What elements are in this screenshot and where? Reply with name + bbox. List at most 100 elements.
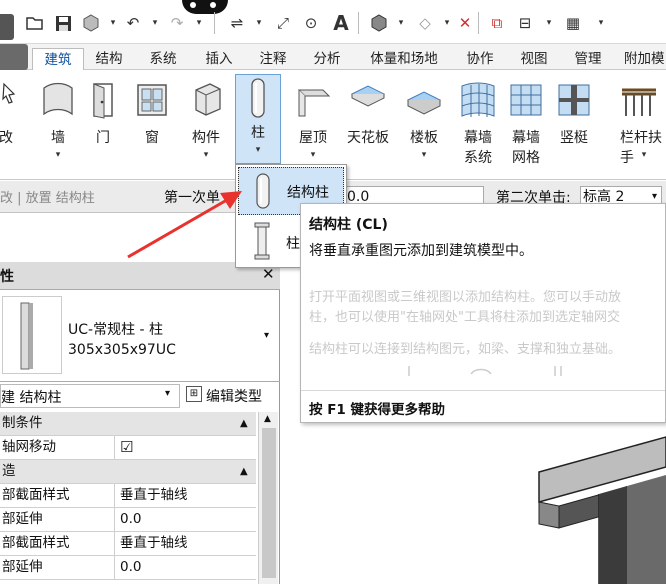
property-value[interactable]: 0.0 (118, 508, 256, 532)
wall-label: 墙 (51, 130, 65, 146)
property-row: 部截面样式 垂直于轴线 (0, 484, 256, 508)
roof-label: 屋顶 (299, 130, 327, 146)
instance-filter-select[interactable]: 建 结构柱 ▾ (0, 384, 180, 408)
app-menu-button[interactable] (0, 14, 14, 40)
window-label: 窗 (145, 130, 159, 146)
mullion-button[interactable]: 竖梃 (552, 76, 596, 172)
curtain-grid-icon (508, 80, 544, 124)
redo-icon[interactable]: ↷ (166, 12, 188, 34)
switch-windows-dropdown-icon[interactable]: ▾ (538, 12, 560, 34)
property-row: 部延伸 0.0 (0, 556, 256, 580)
group-label: 制条件 (2, 415, 43, 431)
mascot-eye-icon (190, 2, 196, 8)
property-name: 部延伸 (0, 556, 115, 580)
sync-dropdown-icon[interactable]: ▾ (102, 12, 124, 34)
type-size-name: 305x305x97UC (68, 342, 176, 358)
scroll-up-icon[interactable]: ▲ (264, 414, 271, 424)
toolbar-separator (214, 12, 215, 34)
railing-dropdown-icon: ▾ (641, 150, 647, 160)
aligned-dimension-icon[interactable]: ⤢ (272, 12, 294, 34)
curtain-system-icon (459, 80, 497, 124)
ceiling-button[interactable]: 天花板 (342, 76, 394, 172)
tooltip-detail-line: 打开平面视图或三维视图以添加结构柱。您可以手动放 (309, 290, 622, 305)
tab-annotate[interactable]: 注释 (250, 48, 296, 70)
3d-view-dropdown-icon[interactable]: ▾ (390, 12, 412, 34)
section-icon[interactable]: ◇ (414, 12, 436, 34)
wall-icon (40, 80, 76, 124)
save-icon[interactable] (52, 12, 74, 34)
open-icon[interactable] (24, 12, 46, 34)
toolbar-separator (358, 12, 359, 34)
property-row: 部延伸 0.0 (0, 508, 256, 532)
property-value[interactable]: 垂直于轴线 (118, 532, 256, 556)
floor-button[interactable]: 楼板 ▾ (402, 76, 446, 172)
group-construction[interactable]: 造 ▲ (0, 460, 256, 484)
group-constraints[interactable]: 制条件 ▲ (0, 412, 256, 436)
component-button[interactable]: 构件 ▾ (184, 76, 228, 172)
roof-dropdown-icon: ▾ (310, 150, 316, 160)
wall-button[interactable]: 墙 ▾ (36, 76, 80, 172)
tab-systems[interactable]: 系统 (140, 48, 186, 70)
curtain-grid-label: 幕墙 网格 (512, 130, 540, 166)
ceiling-icon (348, 80, 388, 124)
curtain-grid-button[interactable]: 幕墙 网格 (504, 76, 548, 172)
column-button[interactable]: 柱 ▾ (235, 74, 281, 164)
text-icon[interactable]: A (330, 11, 352, 35)
roof-button[interactable]: 屋顶 ▾ (290, 76, 336, 172)
door-button[interactable]: 门 (84, 76, 122, 172)
component-icon (188, 80, 224, 124)
railing-label: 栏杆扶手 (620, 130, 662, 166)
move-with-grids-checkbox[interactable]: ☑ (118, 436, 256, 460)
user-interface-icon[interactable]: ▦ (562, 12, 584, 34)
property-value[interactable]: 0.0 (118, 556, 256, 580)
properties-grid: 制条件 ▲ 轴网移动 ☑ 造 ▲ 部截面样式 垂直于轴线 部延伸 0.0 部截面… (0, 412, 256, 584)
close-hidden-windows-icon[interactable]: ⧉ (486, 12, 508, 34)
edit-type-icon: ⊞ (186, 386, 202, 402)
undo-icon[interactable]: ↶ (122, 12, 144, 34)
file-tab[interactable] (0, 44, 28, 70)
window-icon (135, 80, 169, 124)
properties-title: 性 (0, 269, 14, 285)
type-thumbnail (2, 296, 62, 374)
window-button[interactable]: 窗 (130, 76, 174, 172)
curtain-system-button[interactable]: 幕墙 系统 (456, 76, 500, 172)
railing-button[interactable]: 栏杆扶手 ▾ (614, 76, 666, 172)
property-value[interactable]: 垂直于轴线 (118, 484, 256, 508)
wall-dropdown-icon: ▾ (55, 150, 61, 160)
tab-collaborate[interactable]: 协作 (460, 48, 500, 70)
modify-button[interactable]: 改 (0, 76, 20, 172)
3d-view-icon[interactable] (368, 12, 390, 34)
redo-dropdown-icon[interactable]: ▾ (188, 12, 210, 34)
type-dropdown-icon[interactable]: ▾ (264, 330, 269, 341)
properties-scrollbar[interactable]: ▲ (258, 412, 278, 584)
tag-icon[interactable]: ⊙ (300, 12, 322, 34)
sync-icon[interactable] (80, 12, 102, 34)
tab-view[interactable]: 视图 (514, 48, 554, 70)
undo-dropdown-icon[interactable]: ▾ (144, 12, 166, 34)
tab-structure[interactable]: 结构 (86, 48, 132, 70)
tab-analyze[interactable]: 分析 (304, 48, 350, 70)
column-label: 柱 (251, 125, 265, 141)
edit-type-button[interactable]: ⊞ 编辑类型 (184, 384, 272, 408)
tooltip-detail-line: 结构柱可以连接到结构图元，如梁、支撑和独立基础。 (309, 342, 622, 357)
measure-icon[interactable]: ⇌ (226, 12, 248, 34)
tab-architecture[interactable]: 建筑 (32, 48, 84, 70)
component-dropdown-icon: ▾ (203, 150, 209, 160)
type-selector[interactable]: UC-常规柱 - 柱 305x305x97UC ▾ (0, 290, 280, 382)
ribbon-tab-bar: 建筑 结构 系统 插入 注释 分析 体量和场地 协作 视图 管理 附加模 (0, 44, 666, 70)
chevron-down-icon: ▾ (165, 388, 171, 399)
tab-manage[interactable]: 管理 (568, 48, 608, 70)
floor-icon (404, 80, 444, 124)
tab-massing-site[interactable]: 体量和场地 (360, 48, 448, 70)
type-name: UC-常规柱 - 柱 305x305x97UC (68, 320, 176, 360)
property-row: 轴网移动 ☑ (0, 436, 256, 460)
thin-lines-icon[interactable]: ✕ (454, 12, 476, 34)
switch-windows-icon[interactable]: ⊟ (514, 12, 536, 34)
scrollbar-thumb[interactable] (262, 428, 276, 578)
tab-insert[interactable]: 插入 (196, 48, 242, 70)
customize-toolbar-icon[interactable]: ▾ (590, 12, 612, 34)
property-row: 部截面样式 垂直于轴线 (0, 532, 256, 556)
measure-dropdown-icon[interactable]: ▾ (248, 12, 270, 34)
tooltip-detail-line: 柱，也可以使用"在轴网处"工具将柱添加到选定轴网交 (309, 310, 620, 325)
tab-add-ins[interactable]: 附加模 (624, 48, 666, 70)
